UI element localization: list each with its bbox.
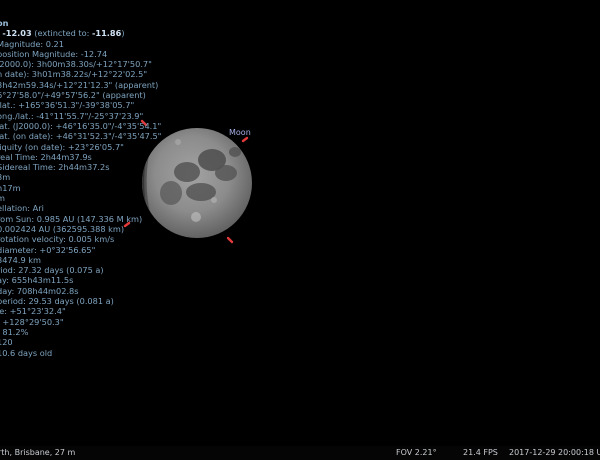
info-line: ong./lat.: -41°11'55.7"/-25°37'23.9": [0, 110, 144, 121]
status-bar: rth, Brisbane, 27 m FOV 2.21° 21.4 FPS 2…: [0, 446, 600, 460]
magnitude-extincted-label: (extincted to:: [31, 28, 93, 39]
info-line: 10.6 days old: [0, 347, 53, 358]
info-line: rom Sun: 0.985 AU (147.336 M km): [0, 213, 143, 224]
info-line: liquity (on date): +23°26'05.7": [0, 141, 124, 152]
info-line: 3474.9 km: [0, 254, 41, 265]
info-line: : +128°29'50.3": [0, 316, 64, 327]
info-line: position Magnitude: -12.74: [0, 48, 108, 59]
status-fov: FOV 2.21°: [396, 448, 437, 457]
info-line: 3h42m59.34s/+12°21'12.3" (apparent): [0, 79, 159, 90]
info-line: rotation velocity: 0.005 km/s: [0, 234, 115, 245]
object-name: on: [0, 18, 9, 28]
info-line: : 81.2%: [0, 326, 29, 337]
info-line: diameter: +0°32'56.65": [0, 244, 96, 255]
info-line: Sidereal Time: 2h44m37.2s: [0, 162, 110, 173]
info-line: 120: [0, 337, 13, 348]
info-line: ellation: Ari: [0, 203, 44, 214]
info-line: real Time: 2h44m37.9s: [0, 151, 92, 162]
info-line: J2000.0): 3h00m38.30s/+12°17'50.7": [0, 59, 152, 70]
info-line: 0.002424 AU (362595.388 km): [0, 223, 125, 234]
info-line: lat. (J2000.0): +46°16'35.0"/-4°35'54.1": [0, 120, 162, 131]
magnitude-suffix: ): [121, 28, 125, 39]
info-line: day: 708h44m02.8s: [0, 285, 79, 296]
info-line: ay: 655h43m11.5s: [0, 275, 74, 286]
info-line: 6°27'58.0"/+49°57'56.2" (apparent): [0, 90, 146, 101]
magnitude-line: : -12.03 (extincted to: -11.86): [0, 28, 297, 38]
sky-view[interactable]: Moon on : -12.03 (extincted to: -11.86) …: [0, 0, 600, 460]
magnitude-value: -12.03: [2, 28, 32, 39]
info-line: n date): 3h01m38.22s/+12°22'02.5": [0, 69, 148, 80]
info-line: lat. (on date): +46°31'52.3"/-4°35'47.5": [0, 131, 162, 142]
info-line: h17m: [0, 182, 21, 193]
info-line: period: 29.53 days (0.081 a): [0, 296, 114, 307]
info-line: 3m: [0, 172, 11, 183]
status-fps: 21.4 FPS: [463, 448, 498, 457]
object-info-panel: on : -12.03 (extincted to: -11.86) Magni…: [0, 18, 297, 358]
info-line: le: +51°23'32.4": [0, 306, 66, 317]
info-line: .lat.: +165°36'51.3"/-39°38'05.7": [0, 100, 135, 111]
magnitude-extincted-value: -11.86: [92, 28, 122, 39]
info-line: m: [0, 193, 5, 204]
info-line: Magnitude: 0.21: [0, 38, 64, 49]
info-line: riod: 27.32 days (0.075 a): [0, 265, 104, 276]
status-datetime[interactable]: 2017-12-29 20:00:18 U: [509, 446, 600, 460]
status-location[interactable]: rth, Brisbane, 27 m: [0, 446, 75, 460]
